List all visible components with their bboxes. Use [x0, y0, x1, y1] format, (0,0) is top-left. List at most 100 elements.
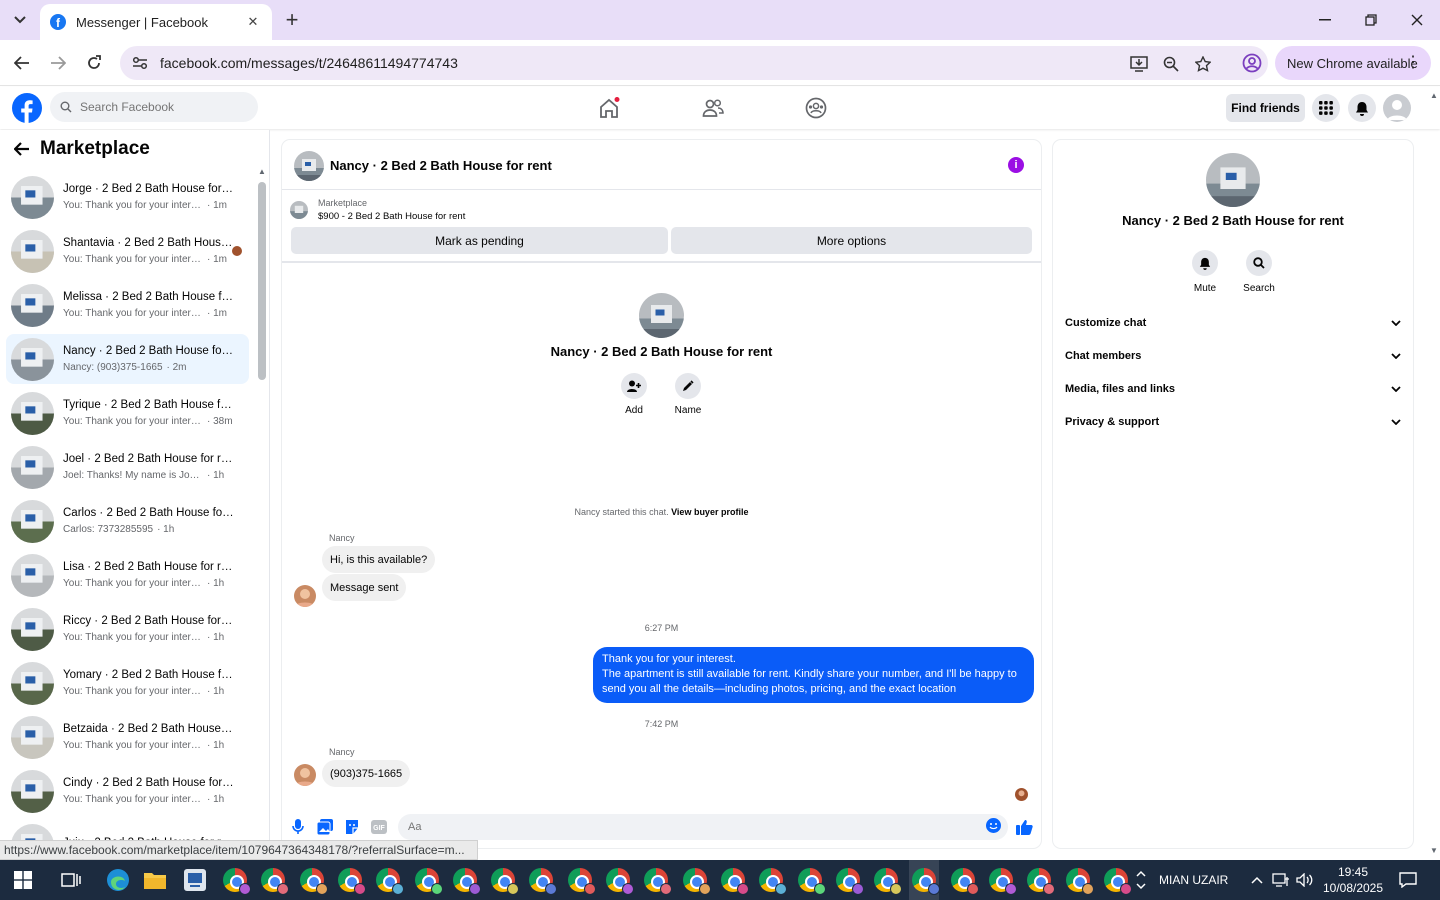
- incoming-message[interactable]: Hi, is this available?: [322, 546, 436, 573]
- sticker-icon[interactable]: [343, 818, 361, 836]
- back-arrow-icon[interactable]: [14, 142, 30, 156]
- search-in-chat-button[interactable]: Search: [1234, 250, 1284, 294]
- conversation-item[interactable]: Yomary · 2 Bed 2 Bath House for rent You:…: [6, 658, 249, 708]
- windows-start-icon[interactable]: [8, 865, 38, 895]
- chrome-taskbar-icon[interactable]: [258, 865, 290, 895]
- chat-members-section[interactable]: Chat members: [1065, 345, 1401, 367]
- back-icon[interactable]: [8, 49, 36, 77]
- page-scroll-down-icon[interactable]: ▼: [1430, 846, 1438, 855]
- forward-icon[interactable]: [44, 49, 72, 77]
- outgoing-message[interactable]: Thank you for your interest. The apartme…: [593, 647, 1034, 703]
- sender-avatar[interactable]: [294, 764, 316, 786]
- chrome-taskbar-icon[interactable]: [565, 865, 596, 895]
- browser-tab-messenger[interactable]: f Messenger | Facebook ✕: [40, 4, 272, 40]
- conversation-item[interactable]: Jorge · 2 Bed 2 Bath House for rent You: …: [6, 172, 249, 222]
- chrome-taskbar-icon[interactable]: [795, 865, 826, 895]
- message-input[interactable]: [398, 814, 1008, 840]
- chrome-taskbar-icon[interactable]: [756, 865, 788, 895]
- account-avatar[interactable]: [1383, 94, 1411, 122]
- url-text[interactable]: facebook.com/messages/t/2464861149477474…: [160, 55, 458, 71]
- groups-nav-icon[interactable]: [802, 95, 830, 121]
- conversation-item[interactable]: Tyrique · 2 Bed 2 Bath House for rent You…: [6, 388, 249, 438]
- conversation-item[interactable]: Carlos · 2 Bed 2 Bath House for rent Carl…: [6, 496, 249, 546]
- scroll-up-arrow-icon[interactable]: ▲: [257, 167, 267, 176]
- microphone-icon[interactable]: [289, 818, 307, 836]
- photo-icon[interactable]: [316, 818, 334, 836]
- chrome-taskbar-icon[interactable]: [680, 865, 711, 895]
- chrome-taskbar-icon[interactable]: [833, 865, 864, 895]
- friends-nav-icon[interactable]: [699, 95, 727, 121]
- chrome-taskbar-icon[interactable]: [297, 865, 328, 895]
- chrome-taskbar-icon[interactable]: [1024, 865, 1056, 895]
- action-center-icon[interactable]: [1393, 865, 1423, 895]
- notifications-bell-icon[interactable]: [1348, 94, 1376, 122]
- conversation-item[interactable]: Cindy · 2 Bed 2 Bath House for rent You: …: [6, 766, 249, 816]
- chrome-taskbar-icon[interactable]: [1063, 865, 1094, 895]
- conversation-item[interactable]: Lisa · 2 Bed 2 Bath House for rent You: T…: [6, 550, 249, 600]
- sidebar-scrollbar[interactable]: [258, 182, 266, 380]
- find-friends-button[interactable]: Find friends: [1226, 94, 1305, 122]
- privacy-support-section[interactable]: Privacy & support: [1065, 411, 1401, 433]
- thumbs-up-icon[interactable]: [1015, 818, 1033, 836]
- facebook-logo-icon[interactable]: [12, 93, 42, 123]
- chat-title[interactable]: Nancy · 2 Bed 2 Bath House for rent: [330, 158, 552, 173]
- file-explorer-icon[interactable]: [140, 865, 170, 895]
- app-icon[interactable]: [180, 865, 210, 895]
- install-app-icon[interactable]: [1128, 53, 1150, 75]
- gif-icon[interactable]: GIF: [370, 818, 388, 836]
- chrome-taskbar-icon[interactable]: [718, 865, 749, 895]
- emoji-icon[interactable]: [986, 818, 1001, 833]
- conversation-item[interactable]: Betzaida · 2 Bed 2 Bath House for rent Yo…: [6, 712, 249, 762]
- chrome-taskbar-icon[interactable]: [986, 865, 1017, 895]
- incoming-message[interactable]: Message sent: [322, 574, 407, 601]
- info-icon[interactable]: i: [1008, 157, 1024, 173]
- incoming-message[interactable]: (903)375-1665: [322, 760, 411, 787]
- tab-close-icon[interactable]: ✕: [244, 13, 262, 31]
- customize-chat-section[interactable]: Customize chat: [1065, 312, 1401, 334]
- chrome-taskbar-icon[interactable]: [488, 865, 520, 895]
- restore-icon[interactable]: [1353, 6, 1389, 34]
- conversation-item[interactable]: Shantavia · 2 Bed 2 Bath House for rent Y…: [6, 226, 249, 276]
- address-bar[interactable]: facebook.com/messages/t/2464861149477474…: [120, 46, 1268, 80]
- bookmark-star-icon[interactable]: [1192, 53, 1214, 75]
- new-chrome-available-button[interactable]: New Chrome available ⋮: [1275, 46, 1431, 80]
- details-avatar[interactable]: [1206, 153, 1260, 207]
- conversation-item[interactable]: Joel · 2 Bed 2 Bath House for rent Joel: …: [6, 442, 249, 492]
- edit-name-button[interactable]: Name: [658, 373, 718, 416]
- conversation-item[interactable]: Riccy · 2 Bed 2 Bath House for rent You: …: [6, 604, 249, 654]
- chrome-taskbar-icon[interactable]: [373, 865, 405, 895]
- new-tab-icon[interactable]: +: [280, 7, 304, 32]
- system-clock[interactable]: 19:45 10/08/2025: [1318, 864, 1388, 896]
- tray-user-name[interactable]: MIAN UZAIR: [1159, 873, 1228, 887]
- chrome-taskbar-icon[interactable]: [412, 865, 443, 895]
- chrome-taskbar-icon[interactable]: [909, 860, 941, 900]
- site-info-icon[interactable]: [132, 56, 148, 70]
- mark-as-pending-button[interactable]: Mark as pending: [291, 227, 668, 254]
- facebook-search-box[interactable]: [50, 92, 258, 122]
- chrome-taskbar-icon[interactable]: [450, 865, 481, 895]
- volume-icon[interactable]: [1290, 865, 1320, 895]
- chrome-taskbar-icon[interactable]: [335, 865, 366, 895]
- add-people-button[interactable]: Add: [604, 373, 664, 416]
- facebook-search-input[interactable]: [80, 100, 250, 114]
- chrome-taskbar-icon[interactable]: [220, 865, 251, 895]
- chat-avatar[interactable]: [294, 151, 324, 181]
- task-view-icon[interactable]: [56, 865, 86, 895]
- view-buyer-profile-link[interactable]: View buyer profile: [671, 507, 748, 517]
- chrome-menu-icon[interactable]: ⋮: [1405, 55, 1421, 71]
- conversation-item[interactable]: Melissa · 2 Bed 2 Bath House for rent You…: [6, 280, 249, 330]
- home-nav-icon[interactable]: [595, 95, 623, 121]
- chrome-taskbar-icon[interactable]: [948, 865, 979, 895]
- conversation-item[interactable]: Nancy · 2 Bed 2 Bath House for rent Nancy…: [6, 334, 249, 384]
- zoom-icon[interactable]: [1160, 53, 1182, 75]
- chrome-taskbar-icon[interactable]: [871, 865, 903, 895]
- close-window-icon[interactable]: [1399, 6, 1435, 34]
- minimize-icon[interactable]: [1307, 6, 1343, 34]
- edge-icon[interactable]: [103, 865, 133, 895]
- page-scroll-up-icon[interactable]: ▲: [1430, 91, 1438, 100]
- chrome-taskbar-icon[interactable]: [603, 865, 634, 895]
- media-files-links-section[interactable]: Media, files and links: [1065, 378, 1401, 400]
- mute-button[interactable]: Mute: [1180, 250, 1230, 294]
- reload-icon[interactable]: [80, 49, 108, 77]
- sender-avatar[interactable]: [294, 585, 316, 607]
